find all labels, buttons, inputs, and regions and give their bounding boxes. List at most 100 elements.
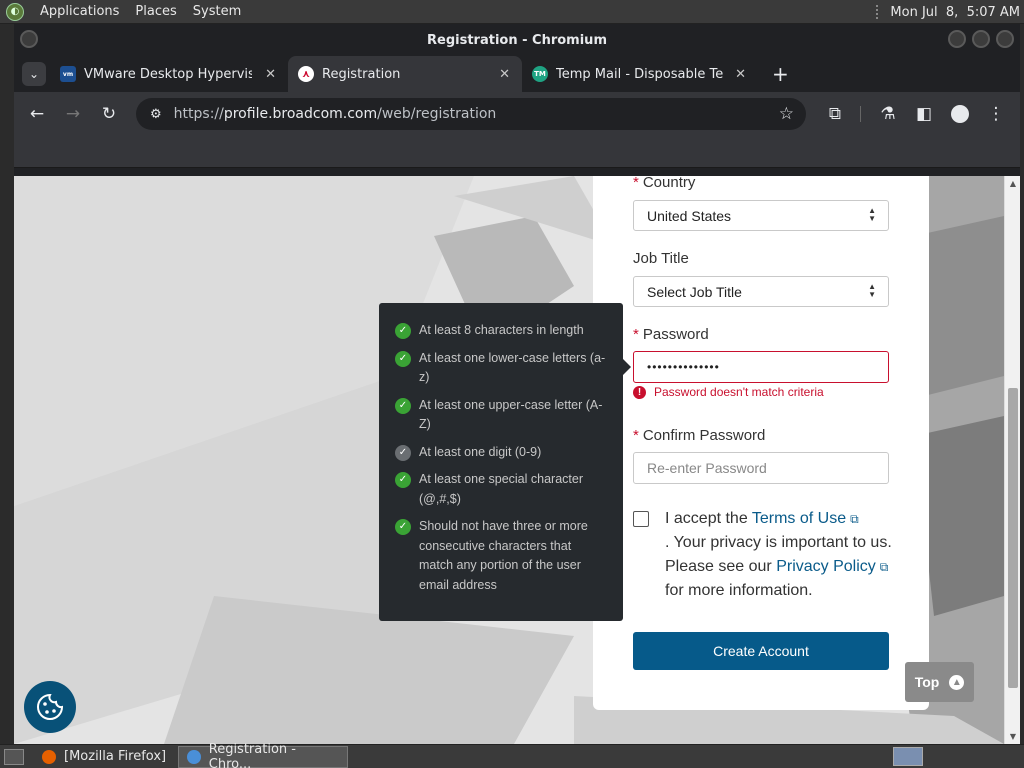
check-circle-icon: ✓ bbox=[395, 472, 411, 488]
close-tab-icon[interactable]: ✕ bbox=[499, 67, 510, 82]
confirm-password-input[interactable] bbox=[633, 452, 889, 484]
job-title-label: Job Title bbox=[633, 250, 689, 267]
error-icon: ! bbox=[633, 385, 646, 399]
terms-of-use-link[interactable]: Terms of Use bbox=[752, 510, 846, 527]
forward-arrow-icon[interactable]: → bbox=[62, 103, 84, 125]
criteria-item: ✓ At least one lower-case letters (a-z) bbox=[395, 349, 607, 388]
address-bar[interactable]: ⚙ https://profile.broadcom.com/web/regis… bbox=[136, 98, 806, 130]
places-menu[interactable]: Places bbox=[135, 4, 176, 19]
close-tab-icon[interactable]: ✕ bbox=[265, 67, 276, 82]
criteria-text: At least one upper-case letter (A-Z) bbox=[419, 397, 603, 432]
tab-vmware[interactable]: vm VMware Desktop Hypervisor ✕ bbox=[50, 56, 288, 92]
password-input[interactable] bbox=[633, 351, 889, 383]
tab-strip: ⌄ vm VMware Desktop Hypervisor ✕ ⋏ Regis… bbox=[14, 56, 1020, 92]
extensions-icon[interactable]: ⧉ bbox=[824, 103, 846, 125]
scrollbar-thumb[interactable] bbox=[1008, 388, 1018, 688]
terms-prefix: I accept the bbox=[665, 510, 752, 527]
broadcom-icon: ⋏ bbox=[298, 66, 314, 82]
create-account-button[interactable]: Create Account bbox=[633, 632, 889, 670]
password-criteria-tooltip: ✓ At least 8 characters in length ✓ At lea… bbox=[379, 303, 631, 621]
side-panel-icon[interactable]: ◧ bbox=[913, 103, 935, 125]
url-scheme: https:// bbox=[173, 106, 224, 122]
cookie-settings-button[interactable] bbox=[24, 681, 76, 733]
password-label-text: Password bbox=[642, 326, 709, 343]
privacy-policy-link[interactable]: Privacy Policy bbox=[776, 558, 876, 575]
terms-checkbox[interactable] bbox=[633, 511, 649, 527]
window-title: Registration - Chromium bbox=[427, 32, 607, 48]
taskbar-item-firefox[interactable]: [Mozilla Firefox] bbox=[34, 746, 174, 768]
criteria-item: ✓ At least one digit (0-9) bbox=[395, 443, 607, 463]
browser-menu-icon[interactable]: ⋮ bbox=[985, 103, 1007, 125]
tab-registration[interactable]: ⋏ Registration ✕ bbox=[288, 56, 522, 92]
reload-icon[interactable]: ↻ bbox=[98, 103, 120, 125]
browser-toolbar: ← → ↻ ⚙ https://profile.broadcom.com/web… bbox=[14, 92, 1020, 136]
bookmark-bar bbox=[14, 136, 1020, 168]
tab-title: Temp Mail - Disposable Temp bbox=[556, 66, 724, 82]
site-info-icon[interactable]: ⚙ bbox=[150, 107, 162, 122]
window-titlebar[interactable]: Registration - Chromium bbox=[14, 24, 1020, 56]
criteria-item: ✓ At least one upper-case letter (A-Z) bbox=[395, 396, 607, 435]
password-label: * Password bbox=[633, 326, 709, 343]
profile-avatar-icon[interactable] bbox=[949, 103, 971, 125]
country-value: United States bbox=[647, 207, 732, 224]
arrow-up-icon: ▲ bbox=[949, 674, 965, 690]
vmware-icon: vm bbox=[60, 66, 76, 82]
workspace-switcher-icon[interactable] bbox=[893, 747, 923, 766]
job-title-label-text: Job Title bbox=[633, 250, 689, 267]
country-select[interactable]: United States ▲ ▼ bbox=[633, 200, 889, 231]
back-arrow-icon[interactable]: ← bbox=[26, 103, 48, 125]
new-tab-icon[interactable]: + bbox=[772, 62, 789, 86]
required-asterisk: * bbox=[633, 427, 639, 444]
scroll-down-icon[interactable]: ▼ bbox=[1008, 732, 1018, 741]
country-label: * Country bbox=[633, 176, 695, 191]
check-circle-icon: ✓ bbox=[395, 397, 411, 414]
terms-suffix: for more information. bbox=[665, 582, 813, 599]
taskbar-item-label: Registration - Chro... bbox=[208, 741, 296, 768]
required-asterisk: * bbox=[633, 326, 639, 343]
required-asterisk: * bbox=[633, 176, 639, 191]
select-arrows-icon: ▲ ▼ bbox=[868, 282, 876, 299]
system-menu[interactable]: System bbox=[193, 4, 241, 19]
criteria-item: ✓ Should not have three or more consecuti… bbox=[395, 517, 607, 595]
labs-flask-icon[interactable]: ⚗ bbox=[877, 103, 899, 125]
page-scrollbar[interactable]: ▲ ▼ bbox=[1004, 176, 1020, 744]
tab-title: Registration bbox=[322, 66, 401, 82]
top-panel: ◐ Applications Places System Mon Jul 8, … bbox=[0, 0, 1024, 24]
confirm-password-label: * Confirm Password bbox=[633, 427, 765, 444]
scroll-up-icon[interactable]: ▲ bbox=[1008, 179, 1018, 188]
close-window-button[interactable] bbox=[996, 30, 1014, 48]
check-circle-icon: ✓ bbox=[395, 519, 411, 535]
taskbar-item-chromium[interactable]: Registration - Chro... bbox=[178, 742, 349, 768]
registration-form-card: * Country United States ▲ ▼ Job Title Sele… bbox=[593, 176, 929, 710]
close-tab-icon[interactable]: ✕ bbox=[735, 67, 746, 82]
applications-menu[interactable]: Applications bbox=[40, 4, 119, 19]
cookie-icon bbox=[37, 693, 64, 720]
clock[interactable]: Mon Jul 8, 5:07 AM bbox=[890, 5, 1020, 20]
back-to-top-button[interactable]: Top ▲ bbox=[905, 662, 974, 702]
distro-logo-icon[interactable]: ◐ bbox=[6, 2, 24, 21]
browser-window: Registration - Chromium ⌄ vm VMware Desk… bbox=[14, 24, 1020, 744]
country-label-text: Country bbox=[642, 176, 696, 191]
criteria-text: At least one special character (@,#,$) bbox=[419, 472, 583, 506]
job-title-select[interactable]: Select Job Title ▲ ▼ bbox=[633, 276, 889, 307]
show-desktop-icon[interactable] bbox=[4, 748, 24, 765]
tab-temp-mail[interactable]: TM Temp Mail - Disposable Temp ✕ bbox=[522, 56, 758, 92]
check-circle-icon: ✓ bbox=[395, 350, 411, 367]
tab-search-button[interactable]: ⌄ bbox=[22, 62, 46, 86]
check-circle-icon: ✓ bbox=[395, 323, 411, 339]
minimize-button[interactable] bbox=[948, 30, 966, 48]
criteria-text: Should not have three or more consecutiv… bbox=[419, 519, 588, 592]
criteria-item: ✓ At least 8 characters in length bbox=[395, 321, 607, 341]
window-menu-button[interactable] bbox=[20, 30, 38, 48]
confirm-password-label-text: Confirm Password bbox=[642, 427, 766, 444]
criteria-text: At least one lower-case letters (a-z) bbox=[419, 350, 606, 385]
pending-check-icon: ✓ bbox=[395, 444, 411, 461]
maximize-button[interactable] bbox=[972, 30, 990, 48]
password-error: ! Password doesn't match criteria bbox=[633, 385, 824, 399]
external-link-icon: ⧉ bbox=[879, 560, 889, 574]
tab-title: VMware Desktop Hypervisor bbox=[84, 66, 252, 82]
bookmark-star-icon[interactable]: ☆ bbox=[779, 104, 794, 124]
tempmail-icon: TM bbox=[532, 66, 548, 82]
criteria-text: At least 8 characters in length bbox=[419, 323, 584, 337]
chevron-down-icon: ⌄ bbox=[28, 67, 40, 81]
